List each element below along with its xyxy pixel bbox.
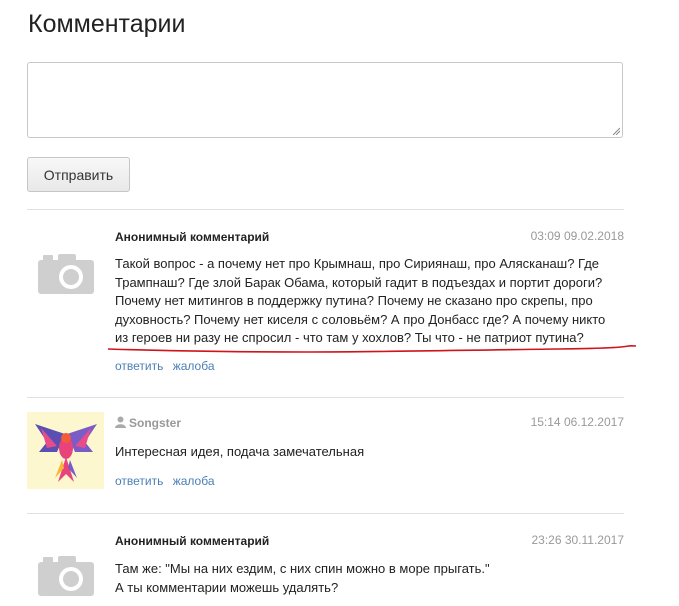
resize-grip-icon[interactable]: [612, 127, 620, 135]
comment-author-link[interactable]: Songster: [129, 416, 181, 430]
comment-text: Такой вопрос - а почему нет про Крымнаш,…: [115, 255, 615, 348]
comment-actions: ответить жалоба: [115, 474, 221, 488]
camera-icon: [38, 254, 94, 294]
comment-item: Анонимный комментарий 23:26 30.11.2017 Т…: [27, 528, 624, 606]
comment-line: Интересная идея, подача замечательная: [115, 444, 365, 459]
comment-text: Там же: "Мы на них ездим, с них спин мож…: [115, 560, 615, 597]
divider: [27, 513, 624, 514]
report-link[interactable]: жалоба: [173, 359, 215, 373]
comment-textarea[interactable]: [27, 62, 623, 138]
comment-author: Анонимный комментарий: [115, 534, 270, 548]
comment-line: Почему нет митингов в поддержку путина? …: [115, 293, 593, 308]
avatar: [27, 412, 104, 489]
avatar: [27, 528, 104, 605]
divider: [27, 209, 624, 210]
comment-author: Анонимный комментарий: [115, 230, 270, 244]
comment-item: Анонимный комментарий 03:09 09.02.2018 Т…: [27, 226, 624, 386]
user-icon: [115, 416, 126, 428]
comment-time: 23:26 30.11.2017: [531, 533, 624, 547]
comment-line: Там же: "Мы на них ездим, с них спин мож…: [115, 561, 490, 576]
report-link[interactable]: жалоба: [173, 474, 215, 488]
reply-link[interactable]: ответить: [115, 474, 163, 488]
avatar: [27, 226, 104, 303]
comment-time: 03:09 09.02.2018: [530, 229, 624, 243]
red-underline-annotation: [108, 345, 637, 353]
camera-icon: [38, 556, 94, 596]
comment-time: 15:14 06.12.2017: [530, 415, 624, 429]
page-title: Комментарии: [28, 10, 186, 38]
comment-actions: ответить жалоба: [115, 359, 221, 373]
parrot-icon: [35, 424, 97, 482]
send-button[interactable]: Отправить: [27, 157, 130, 192]
comment-line: А ты комментарии можешь удалять?: [115, 579, 339, 595]
comment-item: Songster 15:14 06.12.2017 Интересная иде…: [27, 412, 624, 502]
comment-line: Такой вопрос - а почему нет про Крымнаш,…: [115, 256, 600, 271]
comment-line: Трампнаш? Где злой Барак Обама, который …: [115, 274, 603, 290]
comment-line: духовность? Почему нет киселя с соловьём…: [115, 311, 606, 327]
divider: [27, 397, 624, 398]
comment-text: Интересная идея, подача замечательная: [115, 443, 615, 462]
reply-link[interactable]: ответить: [115, 359, 163, 373]
